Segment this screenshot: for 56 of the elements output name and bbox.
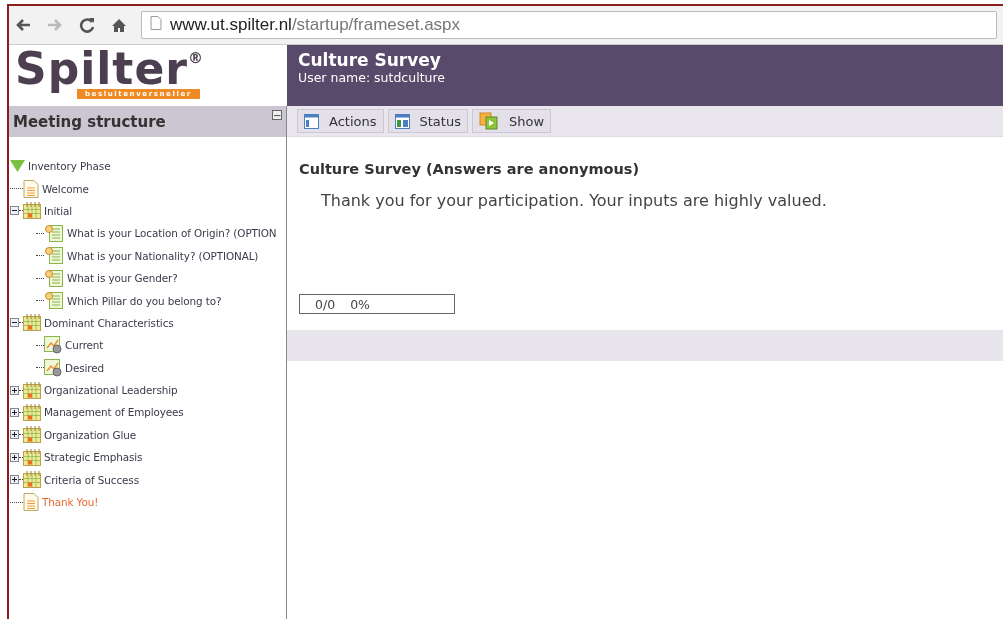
document-icon	[23, 179, 39, 198]
toolbar-button[interactable]: Actions	[297, 109, 384, 133]
panel-title: Meeting structure	[13, 112, 166, 131]
chart-gear-icon	[44, 358, 62, 377]
tree-item[interactable]: Strategic Emphasis	[44, 451, 143, 464]
progress-percent: 0%	[350, 296, 370, 312]
question-list-icon	[44, 224, 64, 242]
tree-item[interactable]: What is your Location of Origin? (OPTION	[67, 227, 277, 240]
calendar-icon	[23, 426, 41, 444]
tree-item[interactable]: Management of Employees	[44, 406, 184, 419]
reload-icon[interactable]	[79, 17, 95, 33]
tree-item[interactable]: Welcome	[42, 182, 89, 195]
tree-item[interactable]: What is your Gender?	[67, 272, 178, 285]
toolbar-button[interactable]: Show	[471, 109, 551, 133]
slides-icon	[478, 112, 499, 130]
expand-toggle[interactable]	[10, 430, 19, 440]
page-title: Culture Survey	[298, 50, 442, 70]
question-list-icon	[44, 269, 64, 287]
tree-item[interactable]: Dominant Characteristics	[44, 316, 174, 329]
tree-item[interactable]: Initial	[44, 204, 73, 217]
tree-item[interactable]: Inventory Phase	[28, 160, 111, 173]
calendar-icon	[23, 471, 41, 489]
calendar-icon	[23, 404, 41, 421]
question-list-icon	[44, 247, 64, 265]
window-icon	[304, 113, 319, 129]
toolbar-button[interactable]: Status	[387, 109, 468, 133]
user-name: User name: sutdculture	[298, 70, 446, 85]
survey-heading: Culture Survey (Answers are anonymous)	[299, 161, 641, 177]
tree-item[interactable]: Which Pillar do you belong to?	[67, 294, 222, 307]
page-icon	[150, 16, 162, 30]
thank-you-message: Thank you for your participation. Your inputs are highly valued.	[321, 191, 828, 210]
expand-toggle[interactable]	[10, 475, 19, 485]
calendar-icon	[23, 381, 41, 399]
tree-item[interactable]: Desired	[65, 361, 105, 374]
tree-item[interactable]: What is your Nationality? (OPTIONAL)	[67, 249, 259, 262]
document-icon	[23, 493, 39, 512]
status-panel-icon	[394, 113, 410, 129]
calendar-icon	[23, 202, 41, 220]
collapse-toggle[interactable]	[10, 206, 19, 216]
chart-gear-icon	[44, 336, 62, 355]
progress-count: 0/0	[315, 296, 336, 312]
expand-toggle[interactable]	[10, 385, 19, 395]
expand-toggle[interactable]	[10, 408, 19, 417]
back-icon[interactable]	[15, 18, 31, 32]
tree-item[interactable]: Criteria of Success	[44, 473, 139, 486]
calendar-icon	[23, 314, 41, 332]
calendar-icon	[23, 448, 41, 466]
tree-item[interactable]: Organization Glue	[44, 428, 136, 441]
collapse-button[interactable]: −	[272, 110, 282, 120]
address-bar[interactable]: www.ut.spilter.nl/startup/frameset.aspx	[141, 11, 997, 39]
question-list-icon	[44, 292, 64, 310]
expand-toggle[interactable]	[10, 452, 19, 462]
collapse-toggle[interactable]	[10, 318, 19, 328]
tree-item[interactable]: Current	[65, 339, 104, 352]
tree-item[interactable]: Organizational Leadership	[44, 384, 178, 397]
home-icon[interactable]	[111, 17, 127, 33]
